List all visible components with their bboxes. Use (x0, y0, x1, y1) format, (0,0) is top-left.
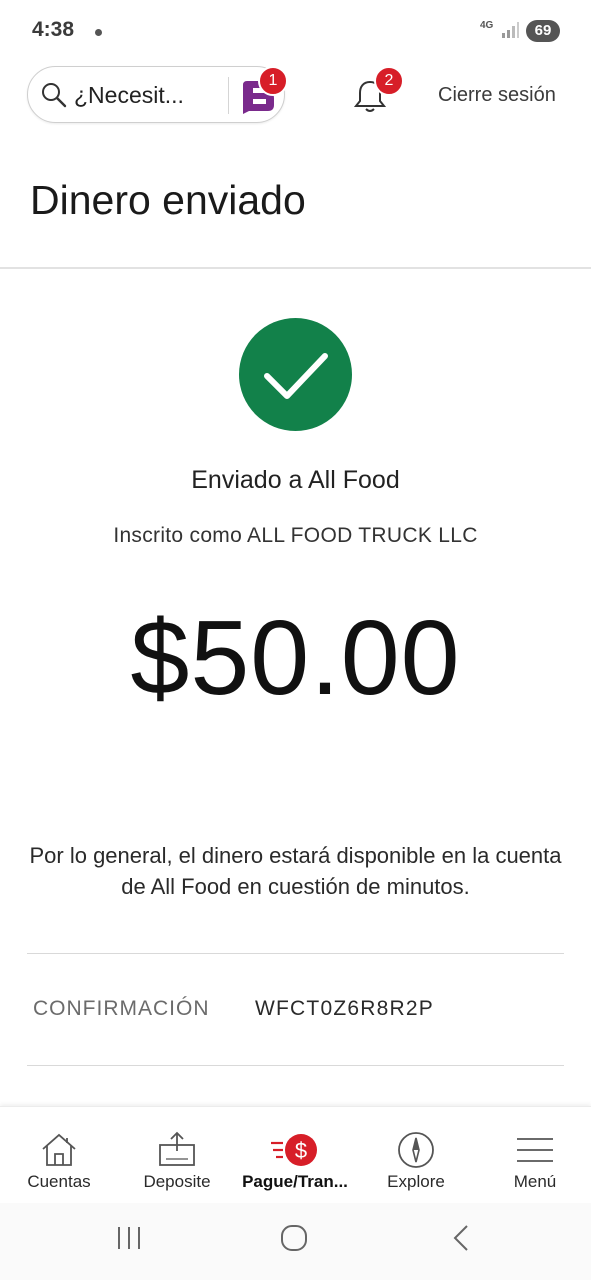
tab-label: Explore (387, 1172, 445, 1191)
home-button-icon[interactable] (279, 1223, 309, 1258)
tab-menu[interactable]: Menú (476, 1107, 591, 1203)
tab-cuentas[interactable]: Cuentas (0, 1107, 118, 1203)
compass-icon (357, 1131, 475, 1171)
pay-transfer-icon: $ (236, 1131, 354, 1171)
search-input[interactable]: ¿Necesit... (27, 66, 285, 123)
system-nav-bar (0, 1203, 591, 1280)
page-title: Dinero enviado (30, 177, 306, 223)
tab-label: Deposite (143, 1172, 211, 1191)
search-placeholder: ¿Necesit... (74, 82, 184, 108)
tab-label: Menú (513, 1172, 557, 1191)
section-divider (27, 1065, 564, 1066)
tab-explore[interactable]: Explore (357, 1107, 475, 1203)
tab-pague-transfiera[interactable]: $ Pague/Tran... (236, 1107, 354, 1203)
deposit-icon (118, 1131, 236, 1171)
notifications-badge: 2 (374, 66, 404, 96)
tab-label: Pague/Tran... (242, 1172, 348, 1191)
confirmation-label: CONFIRMACIÓN (33, 997, 210, 1020)
confirmation-code: WFCT0Z6R8R2P (255, 997, 434, 1020)
battery-icon: 69 (526, 20, 560, 42)
search-divider (228, 77, 229, 114)
bottom-tab-bar: Cuentas Deposite $ Pague/Tran... Explore… (0, 1106, 591, 1203)
top-bar: ¿Necesit... 1 2 Cierre sesión (0, 66, 591, 128)
tab-deposite[interactable]: Deposite (118, 1107, 236, 1203)
success-check-icon (239, 318, 352, 431)
section-divider (27, 953, 564, 954)
enrolled-as-text: Inscrito como ALL FOOD TRUCK LLC (113, 524, 478, 547)
recent-apps-icon[interactable] (114, 1223, 144, 1258)
status-bar: 4:38 4G 69 (0, 0, 591, 62)
status-time: 4:38 (32, 18, 75, 41)
availability-info: Por lo general, el dinero estará disponi… (29, 843, 562, 899)
logout-link[interactable]: Cierre sesión (438, 84, 556, 107)
sent-amount: $50.00 (130, 599, 461, 717)
signal-icon (500, 20, 520, 45)
svg-text:$: $ (295, 1138, 307, 1163)
title-divider (0, 267, 591, 269)
sent-to-text: Enviado a All Food (191, 466, 400, 494)
notification-dot-icon (95, 29, 102, 36)
tab-label: Cuentas (27, 1172, 91, 1191)
hamburger-menu-icon (476, 1131, 591, 1171)
back-icon[interactable] (447, 1223, 477, 1258)
fargo-badge: 1 (258, 66, 288, 96)
search-icon (40, 81, 68, 114)
network-type: 4G (480, 20, 494, 31)
home-icon (0, 1131, 118, 1171)
